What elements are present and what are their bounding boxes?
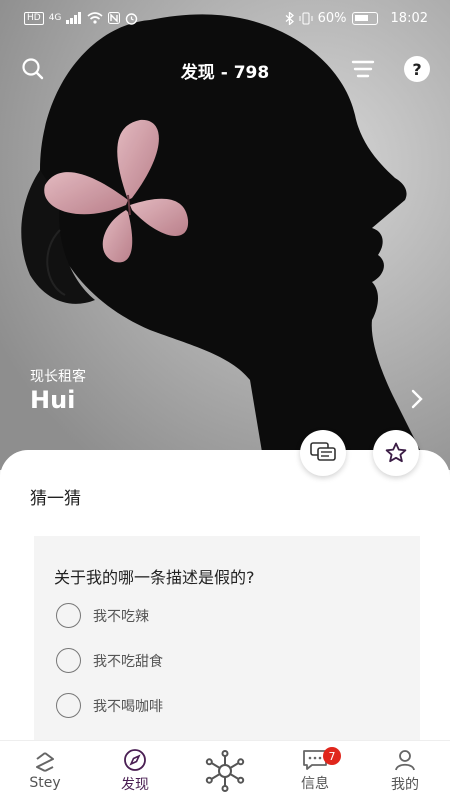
page-title: 发现 - 798 <box>180 63 270 83</box>
quiz-option[interactable]: 我不吃辣 <box>56 603 149 628</box>
quiz-question: 关于我的哪一条描述是假的? <box>54 568 255 587</box>
tab-messages[interactable]: 7 信息 <box>270 741 360 800</box>
profile-detail-button[interactable] <box>410 388 424 414</box>
bottom-tab-bar: Stey 发现 7 信息 我的 <box>0 740 450 800</box>
radio-button[interactable] <box>56 693 81 718</box>
help-icon: ? <box>412 59 422 79</box>
unread-badge: 7 <box>323 747 341 765</box>
clock: 18:02 <box>390 10 428 26</box>
battery-percent: 60% <box>317 10 347 26</box>
wifi-icon <box>87 12 103 24</box>
content-card: 猜一猜 关于我的哪一条描述是假的? 我不吃辣 我不吃甜食 我不喝咖啡 <box>0 450 450 750</box>
radio-button[interactable] <box>56 648 81 673</box>
network-hub-icon <box>205 749 245 792</box>
option-label: 我不吃辣 <box>93 608 149 625</box>
network-type: 4G <box>48 13 62 23</box>
tab-label: Stey <box>29 774 61 791</box>
tab-discover[interactable]: 发现 <box>90 741 180 800</box>
tab-label: 我的 <box>391 776 419 793</box>
status-bar: HD 4G 60% 18:02 <box>0 0 450 36</box>
help-button[interactable]: ? <box>404 56 430 82</box>
option-label: 我不吃甜食 <box>93 653 163 670</box>
chevron-right-icon <box>411 389 423 409</box>
status-bar-right: 60% 18:02 <box>285 11 428 26</box>
radio-button[interactable] <box>56 603 81 628</box>
signal-icon <box>66 12 82 24</box>
section-title: 猜一猜 <box>30 489 81 509</box>
quiz-option[interactable]: 我不喝咖啡 <box>56 693 163 718</box>
favorite-button[interactable] <box>373 430 419 476</box>
top-navigation: 发现 - 798 ? <box>0 48 450 92</box>
status-bar-left: HD 4G <box>24 11 138 25</box>
chat-bubbles-icon <box>310 442 336 461</box>
filter-button[interactable] <box>350 58 376 80</box>
option-label: 我不喝咖啡 <box>93 698 163 715</box>
stey-logo-icon <box>36 751 54 772</box>
profile-name: Hui <box>30 386 76 414</box>
battery-icon <box>351 11 378 25</box>
hd-indicator: HD <box>24 11 44 25</box>
quiz-option[interactable]: 我不吃甜食 <box>56 648 163 673</box>
bluetooth-icon <box>285 11 294 25</box>
compass-icon <box>124 748 146 771</box>
tab-stey[interactable]: Stey <box>0 741 90 800</box>
filter-icon <box>351 60 375 78</box>
tab-label: 信息 <box>301 775 329 792</box>
tab-label: 发现 <box>121 776 149 793</box>
person-icon <box>395 749 415 770</box>
alarm-icon <box>126 12 138 25</box>
vibrate-icon <box>299 12 313 24</box>
profile-subtitle: 现长租客 <box>30 369 86 385</box>
tab-hub[interactable] <box>180 741 270 800</box>
tab-profile[interactable]: 我的 <box>360 741 450 800</box>
nfc-icon <box>108 12 121 24</box>
star-icon <box>385 442 407 463</box>
quiz-box: 关于我的哪一条描述是假的? 我不吃辣 我不吃甜食 我不喝咖啡 <box>34 536 420 746</box>
chat-button[interactable] <box>300 430 346 476</box>
